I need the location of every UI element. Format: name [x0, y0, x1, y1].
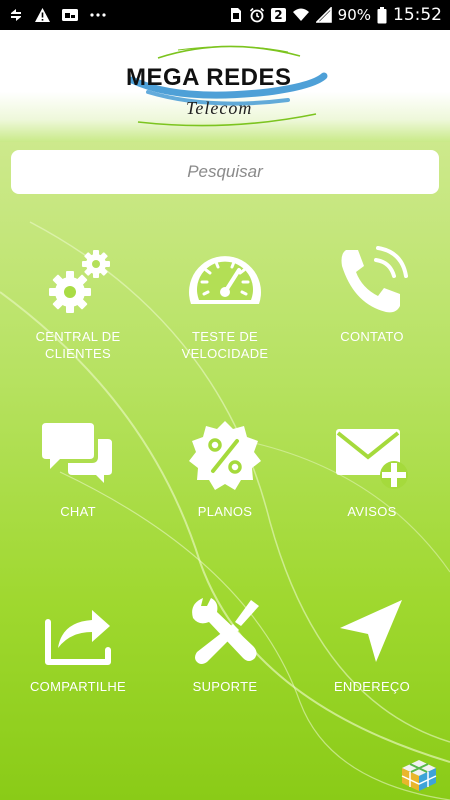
search-input[interactable] — [11, 161, 439, 183]
clock: 15:52 — [393, 5, 442, 25]
menu-item-label: CONTATO — [340, 329, 404, 344]
signal-icon — [315, 7, 332, 23]
menu-item-label: AVISOS — [347, 504, 397, 519]
logo-title: MEGA REDES — [126, 64, 292, 91]
menu-item-suporte[interactable]: SUPORTE — [150, 592, 300, 695]
battery-percent: 90% — [337, 6, 371, 24]
phone-icon — [332, 242, 412, 322]
cast-icon — [61, 7, 79, 23]
menu-item-endereco[interactable]: ENDEREÇO — [297, 592, 447, 695]
menu-item-central-de-clientes[interactable]: CENTRAL DE CLIENTES — [3, 242, 153, 362]
menu-item-label: COMPARTILHE — [29, 679, 126, 694]
menu-item-chat[interactable]: CHAT — [3, 417, 153, 520]
sim-icon — [229, 7, 243, 23]
menu-item-label: TESTE DE VELOCIDADE — [181, 329, 269, 361]
menu-item-teste-de-velocidade[interactable]: TESTE DE VELOCIDADE — [150, 242, 300, 362]
menu-item-avisos[interactable]: AVISOS — [297, 417, 447, 520]
status-bar: 2 90% 15:52 — [0, 0, 450, 30]
mail-plus-icon — [332, 417, 412, 497]
warning-icon — [34, 7, 51, 23]
menu-item-label: CHAT — [60, 504, 96, 519]
navigation-arrow-icon — [332, 592, 412, 672]
share-icon — [38, 592, 118, 672]
menu-item-compartilhe[interactable]: COMPARTILHE — [3, 592, 153, 695]
dual-sim-icon: 2 — [271, 8, 286, 22]
sync-icon — [8, 7, 24, 23]
speedometer-icon — [185, 242, 265, 322]
menu-item-planos[interactable]: PLANOS — [150, 417, 300, 520]
menu-item-contato[interactable]: CONTATO — [297, 242, 447, 345]
battery-icon — [377, 6, 387, 24]
menu-item-label: CENTRAL DE CLIENTES — [35, 329, 121, 361]
alarm-icon — [249, 7, 265, 23]
mega-redes-logo: MEGA REDES Telecom — [118, 40, 334, 130]
chat-bubbles-icon — [38, 417, 118, 497]
developer-cube-icon[interactable] — [400, 758, 438, 797]
search-box[interactable] — [11, 150, 439, 194]
menu-item-label: SUPORTE — [192, 679, 258, 694]
app-header: MEGA REDES Telecom — [0, 30, 450, 142]
sim-badge: 2 — [271, 8, 286, 22]
percent-badge-icon — [185, 417, 265, 497]
gears-icon — [38, 242, 118, 322]
tools-icon — [185, 592, 265, 672]
more-dots-icon — [89, 12, 107, 18]
logo-subtitle: Telecom — [186, 98, 253, 118]
wifi-icon — [292, 7, 310, 23]
menu-item-label: PLANOS — [197, 504, 253, 519]
menu-item-label: ENDEREÇO — [333, 679, 411, 694]
main-panel: CENTRAL DE CLIENTES TES — [0, 142, 450, 800]
